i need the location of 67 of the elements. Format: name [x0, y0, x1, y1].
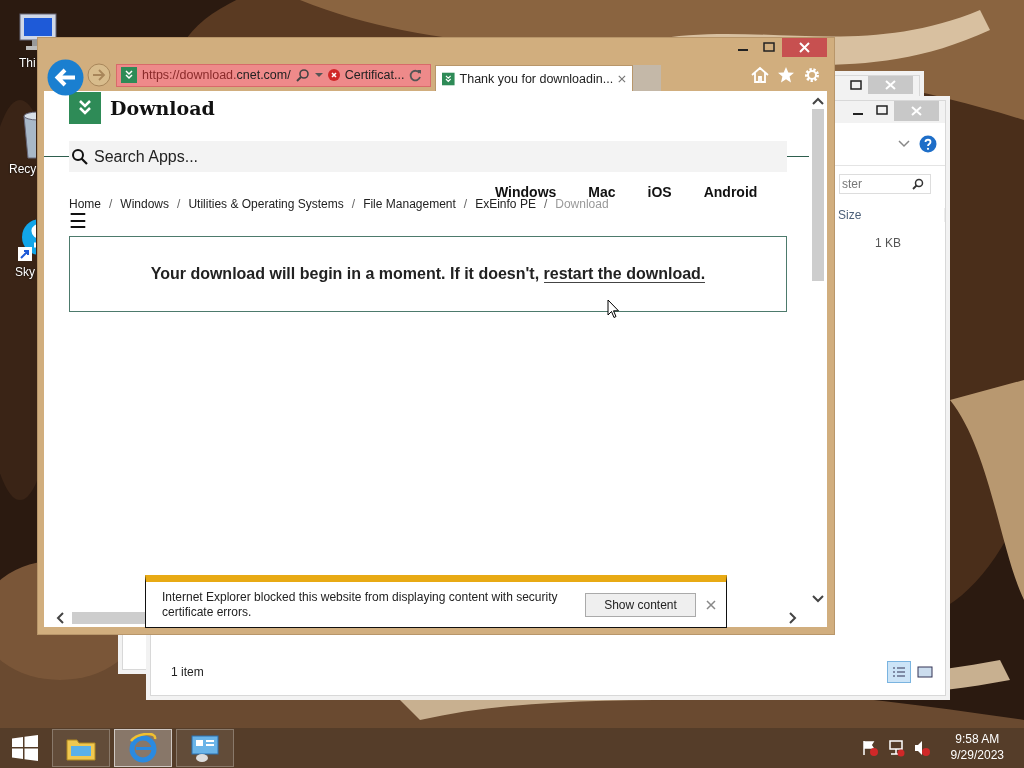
- scroll-left-icon[interactable]: [56, 612, 64, 624]
- url-scheme: https://download.: [142, 68, 237, 82]
- clock-time[interactable]: 9:58 AM: [955, 732, 1000, 748]
- logo-icon[interactable]: [69, 92, 101, 124]
- network-icon[interactable]: [886, 739, 905, 757]
- search-icon: [912, 178, 924, 190]
- desktop-icon-label[interactable]: Sky: [15, 265, 35, 279]
- desktop-icon-label[interactable]: Thi: [19, 56, 36, 70]
- restart-download-link[interactable]: restart the download.: [543, 265, 706, 283]
- chevron-down-icon[interactable]: [897, 139, 911, 149]
- breadcrumb-current: Download: [555, 197, 609, 211]
- nav-link[interactable]: Windows: [495, 184, 557, 200]
- scroll-right-icon[interactable]: [789, 612, 797, 624]
- search-icon[interactable]: [295, 68, 310, 82]
- volume-muted-icon[interactable]: [912, 739, 931, 757]
- taskbar-button[interactable]: [176, 729, 234, 767]
- nav-link[interactable]: Android: [703, 184, 758, 200]
- caret-icon[interactable]: [314, 72, 323, 78]
- breadcrumb-separator: /: [109, 197, 113, 211]
- clock-date[interactable]: 9/29/2023: [950, 748, 1004, 764]
- search-field[interactable]: ster: [839, 174, 931, 194]
- show-content-button[interactable]: Show content: [585, 592, 696, 617]
- breadcrumb-link[interactable]: ExEinfo PE: [475, 197, 536, 211]
- close-icon[interactable]: [618, 73, 626, 84]
- address-bar[interactable]: https://download.cnet.com/ Certificat...: [116, 63, 431, 87]
- breadcrumb-link[interactable]: Home: [69, 197, 101, 211]
- status-text: 1 item: [171, 665, 204, 679]
- scrollbar-thumb[interactable]: [812, 109, 824, 281]
- breadcrumb-link[interactable]: Utilities & Operating Systems: [188, 197, 344, 211]
- scroll-down-icon[interactable]: [812, 595, 824, 603]
- flag-error-icon[interactable]: [860, 739, 879, 757]
- details-view-icon[interactable]: [887, 661, 911, 683]
- nav-link[interactable]: Mac: [588, 184, 616, 200]
- error-icon[interactable]: [327, 69, 340, 81]
- download-message: Your download will begin in a moment. If it doesn't, restart the download.: [150, 265, 706, 283]
- search-field[interactable]: Search Apps...: [69, 141, 787, 172]
- notification-text: Internet Explorer blocked this website from displaying content with security certificate errors.: [162, 589, 559, 620]
- cursor-icon: [607, 299, 620, 319]
- file-size: 1 KB: [875, 236, 901, 250]
- site-logo-text[interactable]: Download: [110, 97, 215, 119]
- search-icon: [71, 148, 88, 165]
- back-icon[interactable]: [47, 58, 84, 96]
- desktop-icon-label[interactable]: Recy: [9, 162, 37, 176]
- taskbar-button[interactable]: [52, 729, 110, 767]
- url-host: cnet.com/: [236, 68, 291, 82]
- breadcrumb-link[interactable]: Windows: [120, 197, 170, 211]
- site-icon: [121, 67, 137, 83]
- breadcrumb-link[interactable]: File Management: [363, 197, 456, 211]
- control-panel-icon: [189, 733, 221, 763]
- site-icon: [442, 70, 455, 87]
- menu-icon[interactable]: ☰: [69, 211, 87, 231]
- breadcrumb-separator: /: [463, 197, 468, 211]
- close-icon[interactable]: [782, 38, 827, 57]
- close-icon[interactable]: [706, 599, 716, 610]
- star-icon[interactable]: [777, 66, 795, 84]
- help-icon[interactable]: [919, 135, 937, 153]
- browser-icon: [127, 733, 159, 763]
- breadcrumb-separator: /: [177, 197, 181, 211]
- breadcrumb-separator: /: [351, 197, 356, 211]
- nav-link[interactable]: iOS: [647, 184, 672, 200]
- browser-tab[interactable]: Thank you for downloadin...: [435, 65, 633, 91]
- breadcrumb-separator: /: [543, 197, 548, 211]
- column-header[interactable]: Size: [838, 208, 945, 222]
- certificate-error[interactable]: Certificat...: [344, 68, 405, 82]
- start-icon[interactable]: [12, 735, 38, 761]
- scroll-up-icon[interactable]: [812, 97, 824, 105]
- refresh-icon[interactable]: [409, 68, 423, 82]
